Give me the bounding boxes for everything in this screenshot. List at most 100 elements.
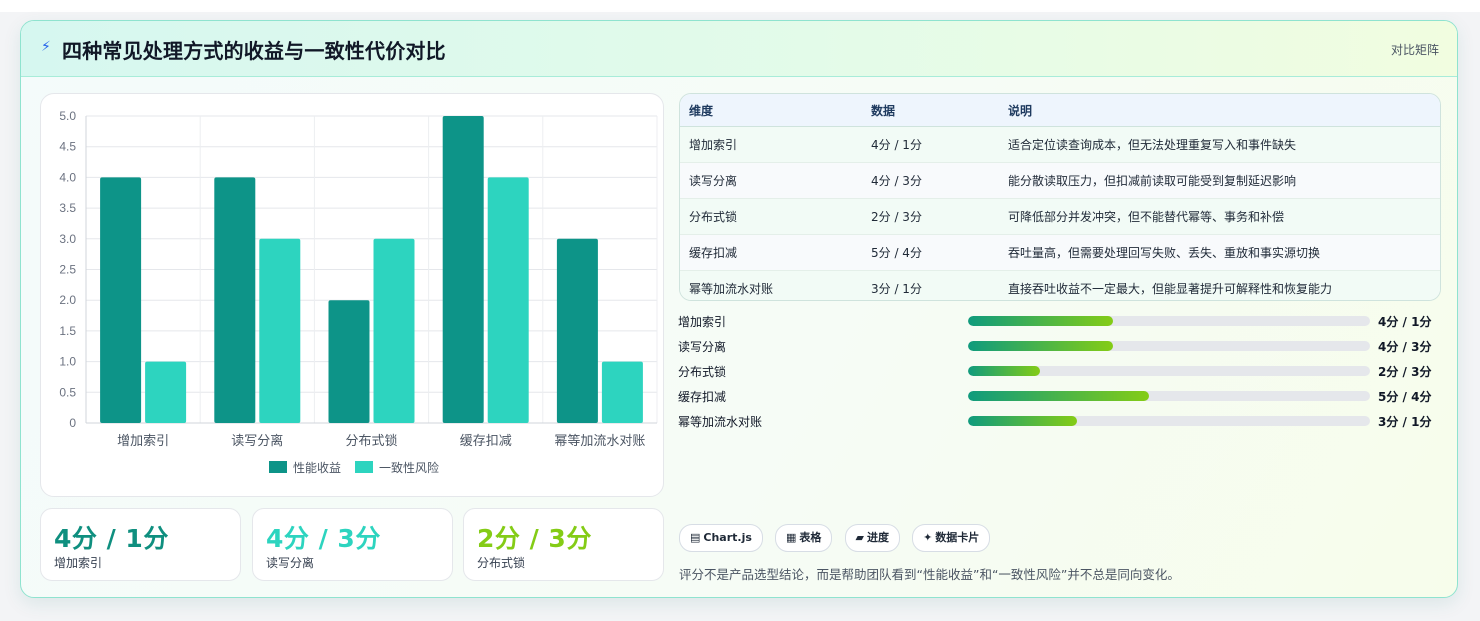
stat-value: 2分 / 3分 xyxy=(477,524,592,553)
table-row: 幂等加流水对账 3分 / 1分 直接吞吐收益不一定最大，但能显著提升可解释性和恢… xyxy=(680,270,1440,300)
table-cell: 缓存扣减 xyxy=(680,234,862,271)
chip-data-card: ✦ 数据卡片 xyxy=(912,524,991,552)
progress-label: 读写分离 xyxy=(678,340,727,354)
bar-chart: 0 0.5 1.0 1.5 2.0 2.5 3.0 3.5 4.0 4.5 5.0 增加索引 读写分离 分… xyxy=(59,109,658,475)
bar xyxy=(328,300,370,423)
progress-label: 幂等加流水对账 xyxy=(678,415,763,429)
progress-fill xyxy=(968,391,1149,401)
stat-value: 4分 / 3分 xyxy=(266,524,381,553)
progress-fill xyxy=(968,341,1113,351)
comparison-card: ⚡ 四种常见处理方式的收益与一致性代价对比 对比矩阵 0 0.5 1.0 1.5 2.0… xyxy=(20,20,1458,598)
table-cell: 5分 / 4分 xyxy=(862,234,999,271)
table-cell: 4分 / 3分 xyxy=(862,162,999,199)
table-cell: 3分 / 1分 xyxy=(862,270,999,300)
progress-fill xyxy=(968,316,1113,326)
progress-label: 分布式锁 xyxy=(678,365,727,379)
progress-value: 4分 / 3分 xyxy=(1378,340,1432,354)
lightning-icon: ⚡ xyxy=(41,39,51,55)
comparison-table: 维度 数据 说明 增加索引 4分 / 1分 适合定位读查询成本，但无法处理重复写… xyxy=(679,93,1441,301)
legend-label: 一致性风险 xyxy=(379,460,439,475)
y-tick-label: 4.5 xyxy=(59,140,76,154)
progress-fill xyxy=(968,366,1041,376)
bar xyxy=(487,177,529,423)
stat-card-2: 4分 / 3分 读写分离 xyxy=(252,508,453,581)
table-cell: 适合定位读查询成本，但无法处理重复写入和事件缺失 xyxy=(999,126,1440,163)
chip-progress: ▰ 进度 xyxy=(844,524,900,552)
progress-value: 3分 / 1分 xyxy=(1378,415,1432,429)
table-row: 缓存扣减 5分 / 4分 吞吐量高，但需要处理回写失败、丢失、重放和事实源切换 xyxy=(680,234,1440,271)
table-icon: ▦ xyxy=(786,531,797,544)
table-row: 分布式锁 2分 / 3分 可降低部分并发冲突，但不能替代幂等、事务和补偿 xyxy=(680,198,1440,235)
bar xyxy=(214,177,256,423)
x-tick-label: 读写分离 xyxy=(231,433,283,448)
progress-row: 缓存扣减 5分 / 4分 xyxy=(678,387,1442,412)
top-strip xyxy=(0,0,1480,12)
table-cell: 直接吞吐收益不一定最大，但能显著提升可解释性和恢复能力 xyxy=(999,270,1440,300)
chip-label: 表格 xyxy=(799,531,822,544)
bar xyxy=(259,238,301,423)
progress-label: 缓存扣减 xyxy=(678,390,727,404)
y-tick-label: 4.0 xyxy=(59,170,76,184)
bar xyxy=(145,361,187,423)
progress-list: 增加索引 4分 / 1分 读写分离 4分 / 3分 分布式锁 2分 / 3分 缓… xyxy=(678,312,1442,437)
table-cell: 增加索引 xyxy=(680,126,862,163)
progress-track xyxy=(968,366,1370,376)
column-header-data: 数据 xyxy=(862,94,999,127)
bar xyxy=(556,238,598,423)
table-row: 增加索引 4分 / 1分 适合定位读查询成本，但无法处理重复写入和事件缺失 xyxy=(680,126,1440,163)
bar xyxy=(373,238,415,423)
y-tick-label: 3.0 xyxy=(59,232,76,246)
chart-icon: ▤ xyxy=(690,531,701,544)
footnote: 评分不是产品选型结论，而是帮助团队看到“性能收益”和“一致性风险”并不总是同向变… xyxy=(679,567,1180,582)
table-cell: 分布式锁 xyxy=(680,198,862,235)
chip-table: ▦ 表格 xyxy=(775,524,833,552)
progress-value: 4分 / 1分 xyxy=(1378,315,1432,329)
chip-chartjs: ▤ Chart.js xyxy=(679,524,763,552)
stat-value: 4分 / 1分 xyxy=(54,524,169,553)
progress-track xyxy=(968,416,1370,426)
x-tick-label: 幂等加流水对账 xyxy=(554,433,645,448)
x-tick-label: 分布式锁 xyxy=(345,433,397,448)
y-tick-label: 5.0 xyxy=(59,109,76,123)
progress-track xyxy=(968,316,1370,326)
stat-label: 增加索引 xyxy=(54,556,103,570)
y-tick-label: 1.5 xyxy=(59,324,76,338)
table-cell: 读写分离 xyxy=(680,162,862,199)
stat-label: 分布式锁 xyxy=(477,556,526,570)
progress-value: 2分 / 3分 xyxy=(1378,365,1432,379)
y-tick-label: 2.5 xyxy=(59,263,76,277)
table-cell: 可降低部分并发冲突，但不能替代幂等、事务和补偿 xyxy=(999,198,1440,235)
stat-card-3: 2分 / 3分 分布式锁 xyxy=(463,508,664,581)
legend-swatch xyxy=(355,461,373,473)
page-title: 四种常见处理方式的收益与一致性代价对比 xyxy=(62,39,446,63)
chip-label: 进度 xyxy=(866,531,889,544)
progress-row: 增加索引 4分 / 1分 xyxy=(678,312,1442,337)
legend-label: 性能收益 xyxy=(293,461,341,475)
table-cell: 能分散读取压力，但扣减前读取可能受到复制延迟影响 xyxy=(999,162,1440,199)
progress-track xyxy=(968,391,1370,401)
progress-row: 读写分离 4分 / 3分 xyxy=(678,337,1442,362)
feature-chips: ▤ Chart.js ▦ 表格 ▰ 进度 ✦ 数据卡片 xyxy=(679,524,997,552)
progress-fill xyxy=(968,416,1077,426)
chip-label: Chart.js xyxy=(703,531,752,544)
progress-icon: ▰ xyxy=(855,531,864,544)
progress-track xyxy=(968,341,1370,351)
bar xyxy=(442,116,484,423)
legend-swatch xyxy=(269,461,287,473)
card-header: ⚡ 四种常见处理方式的收益与一致性代价对比 对比矩阵 xyxy=(21,21,1457,77)
x-tick-label: 增加索引 xyxy=(117,433,169,448)
column-header-description: 说明 xyxy=(999,94,1440,127)
x-tick-label: 缓存扣减 xyxy=(460,433,512,448)
bar xyxy=(601,361,643,423)
y-tick-label: 0 xyxy=(69,416,76,430)
y-tick-label: 0.5 xyxy=(59,385,76,399)
progress-row: 幂等加流水对账 3分 / 1分 xyxy=(678,412,1442,437)
chip-label: 数据卡片 xyxy=(935,531,980,544)
sparkle-icon: ✦ xyxy=(923,531,933,544)
column-header-dimension: 维度 xyxy=(680,94,862,127)
bar-chart-panel: 0 0.5 1.0 1.5 2.0 2.5 3.0 3.5 4.0 4.5 5.0 增加索引 读写分离 分… xyxy=(40,93,664,497)
table-cell: 幂等加流水对账 xyxy=(680,270,862,300)
progress-row: 分布式锁 2分 / 3分 xyxy=(678,362,1442,387)
header-tag: 对比矩阵 xyxy=(1390,43,1439,57)
table-cell: 2分 / 3分 xyxy=(862,198,999,235)
